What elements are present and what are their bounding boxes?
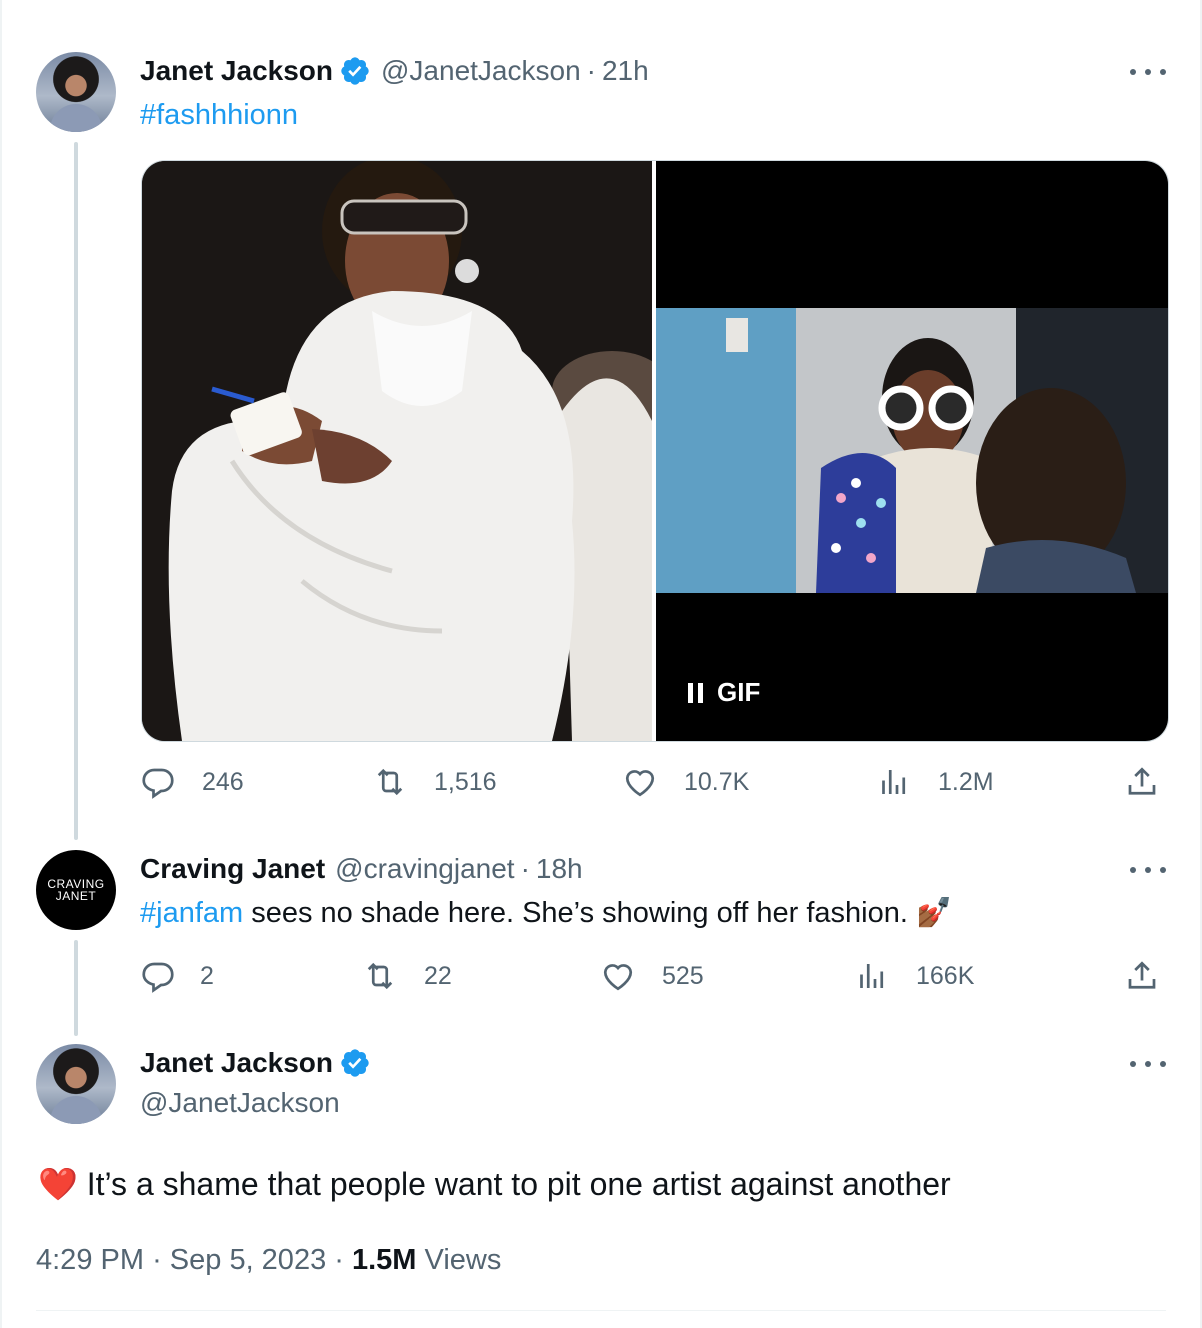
author-handle[interactable]: @JanetJackson (381, 54, 581, 88)
share-icon (1128, 961, 1156, 989)
tweet-time[interactable]: 18h (536, 852, 583, 886)
reply-icon (142, 962, 174, 993)
views-count: 1.5M (351, 1244, 417, 1276)
share-button[interactable] (1124, 958, 1160, 994)
tweet-time[interactable]: 4:29 PM (36, 1244, 144, 1276)
more-options-icon[interactable] (1130, 1054, 1166, 1074)
like-button[interactable]: 10.7K (622, 764, 749, 800)
tweet-text: ❤️ It’s a shame that people want to pit … (38, 1166, 951, 1202)
share-icon (1128, 767, 1156, 795)
tweet-media[interactable]: GIF (141, 160, 1169, 742)
author-name[interactable]: Janet Jackson (140, 54, 333, 88)
gif-toggle[interactable]: GIF (688, 677, 760, 708)
reply-icon (142, 768, 174, 799)
verified-badge-icon (341, 1049, 369, 1077)
views-button[interactable]: 166K (854, 958, 974, 994)
gif-frame (656, 308, 1168, 593)
retweet-icon (367, 962, 393, 990)
tweet-header: Craving Janet @cravingjanet · 18h (140, 852, 583, 886)
author-name[interactable]: Janet Jackson (140, 1046, 333, 1080)
gif-label: GIF (717, 677, 761, 707)
retweet-icon (377, 768, 403, 796)
avatar[interactable] (36, 1044, 116, 1124)
tweet-hashtag[interactable]: #fashhhionn (140, 97, 298, 133)
retweet-count: 1,516 (434, 767, 497, 796)
author-handle[interactable]: @JanetJackson (140, 1085, 340, 1121)
media-gif[interactable]: GIF (656, 161, 1168, 741)
heart-icon (625, 770, 655, 797)
thread-connector (74, 142, 78, 840)
verified-badge-icon (341, 57, 369, 85)
views-count: 1.2M (938, 767, 994, 796)
retweet-button[interactable]: 1,516 (372, 764, 497, 800)
retweet-button[interactable]: 22 (362, 958, 452, 994)
views-count: 166K (916, 961, 975, 990)
tweet-hashtag[interactable]: #janfam (140, 897, 243, 929)
pause-icon (688, 682, 703, 703)
tweet-actions: 2 22 525 166K (140, 958, 1170, 998)
tweet-date[interactable]: Sep 5, 2023 (170, 1244, 326, 1276)
like-count: 525 (662, 961, 704, 990)
divider (36, 1310, 1166, 1311)
more-options-icon[interactable] (1130, 62, 1166, 82)
author-name[interactable]: Craving Janet (140, 852, 325, 886)
retweet-count: 22 (424, 961, 452, 990)
avatar-logo-line: JANET (55, 889, 97, 903)
tweet-body: sees no shade here. She’s showing off he… (243, 897, 953, 929)
tweet-header: Janet Jackson (140, 1046, 381, 1080)
avatar[interactable] (36, 52, 116, 132)
analytics-icon (882, 770, 906, 794)
tweet-actions: 246 1,516 10.7K 1.2M (140, 764, 1170, 804)
views-button[interactable]: 1.2M (876, 764, 994, 800)
like-count: 10.7K (684, 767, 750, 796)
photo-illustration (142, 161, 652, 741)
frame-border-left (0, 0, 2, 1328)
tweet-header: Janet Jackson @JanetJackson · 21h (140, 54, 649, 88)
analytics-icon (860, 964, 884, 988)
media-photo[interactable] (142, 161, 652, 741)
reply-button[interactable]: 2 (140, 958, 214, 994)
tweet-time[interactable]: 21h (602, 54, 649, 88)
reply-count: 246 (202, 767, 244, 796)
views-label: Views (424, 1244, 502, 1276)
like-button[interactable]: 525 (600, 958, 704, 994)
separator-dot: · (334, 1244, 352, 1276)
tweet-text: #janfam sees no shade here. She’s showin… (140, 895, 952, 931)
tweet-timestamp: 4:29 PM · Sep 5, 2023 · 1.5M Views (36, 1240, 501, 1280)
separator-dot: · (152, 1244, 170, 1276)
heart-icon (603, 964, 633, 991)
avatar[interactable]: CRAVING JANET (36, 850, 116, 930)
reply-button[interactable]: 246 (140, 764, 244, 800)
author-handle[interactable]: @cravingjanet (335, 852, 514, 886)
thread-connector (74, 940, 78, 1036)
reply-count: 2 (200, 961, 214, 990)
more-options-icon[interactable] (1130, 860, 1166, 880)
separator-dot: · (520, 853, 530, 884)
share-button[interactable] (1124, 764, 1160, 800)
separator-dot: · (586, 55, 596, 86)
